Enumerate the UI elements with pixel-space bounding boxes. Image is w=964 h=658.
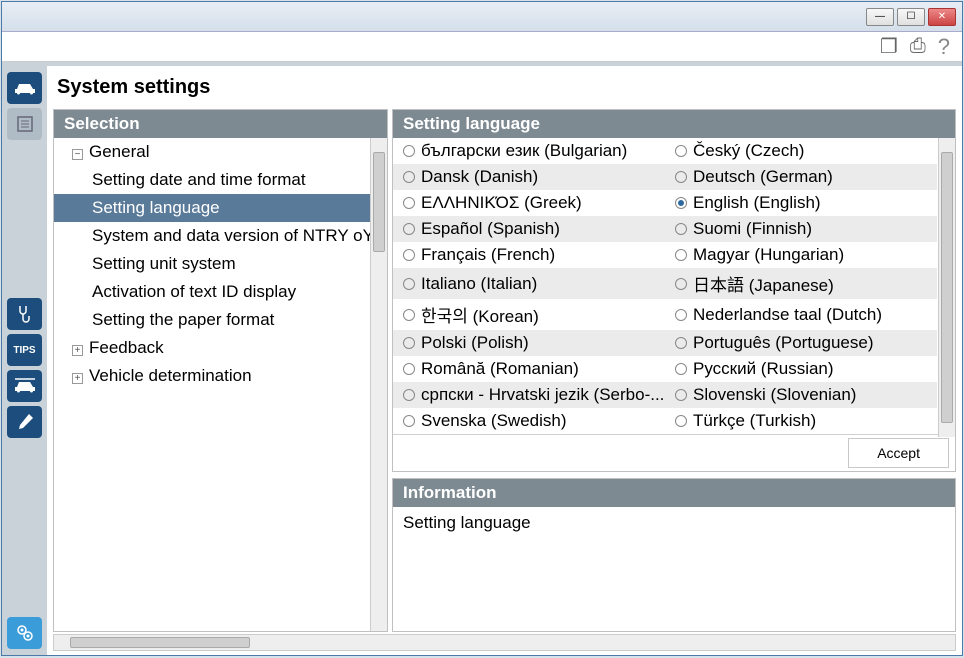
language-option[interactable]: Dansk (Danish) xyxy=(393,164,665,190)
sidebar-car-icon[interactable] xyxy=(7,72,42,104)
language-option[interactable]: Русский (Russian) xyxy=(665,356,937,382)
accept-button[interactable]: Accept xyxy=(848,438,949,468)
radio-icon[interactable] xyxy=(675,309,687,321)
main-area: System settings Selection −General Setti… xyxy=(47,66,962,655)
expand-icon[interactable]: + xyxy=(72,373,83,384)
right-pane: Setting language български език (Bulgari… xyxy=(392,109,956,632)
window-maximize-button[interactable]: ☐ xyxy=(897,8,925,26)
radio-icon[interactable] xyxy=(675,223,687,235)
language-option[interactable]: Slovenski (Slovenian) xyxy=(665,382,937,408)
language-option[interactable]: Suomi (Finnish) xyxy=(665,216,937,242)
language-option[interactable]: Magyar (Hungarian) xyxy=(665,242,937,268)
sidebar-settings-icon[interactable] xyxy=(7,617,42,649)
expand-icon[interactable]: + xyxy=(72,345,83,356)
language-option[interactable]: Italiano (Italian) xyxy=(393,268,665,299)
sidebar-tips-button[interactable]: TIPS xyxy=(7,334,42,366)
radio-icon[interactable] xyxy=(675,337,687,349)
language-option[interactable]: српски - Hrvatski jezik (Serbo-... xyxy=(393,382,665,408)
window-close-button[interactable]: ✕ xyxy=(928,8,956,26)
radio-icon[interactable] xyxy=(675,363,687,375)
radio-icon[interactable] xyxy=(403,389,415,401)
radio-icon[interactable] xyxy=(675,145,687,157)
radio-icon[interactable] xyxy=(675,415,687,427)
radio-icon[interactable] xyxy=(675,249,687,261)
radio-icon[interactable] xyxy=(403,249,415,261)
info-header: Information xyxy=(393,479,955,507)
selection-pane: Selection −General Setting date and time… xyxy=(53,109,388,632)
radio-icon[interactable] xyxy=(403,337,415,349)
language-option[interactable]: български език (Bulgarian) xyxy=(393,138,665,164)
radio-icon[interactable] xyxy=(403,145,415,157)
language-option[interactable]: Polski (Polish) xyxy=(393,330,665,356)
radio-icon[interactable] xyxy=(403,278,415,290)
bottom-horizontal-scrollbar[interactable] xyxy=(53,634,956,651)
left-sidebar: TIPS xyxy=(2,66,47,655)
collapse-icon[interactable]: − xyxy=(72,149,83,160)
language-option[interactable]: 日本語 (Japanese) xyxy=(665,268,937,299)
language-option[interactable]: Nederlandse taal (Dutch) xyxy=(665,299,937,330)
language-panel: Setting language български език (Bulgari… xyxy=(392,109,956,472)
language-header: Setting language xyxy=(393,110,955,138)
radio-icon[interactable] xyxy=(403,309,415,321)
print-icon[interactable]: ⎙ xyxy=(910,35,926,58)
language-vertical-scrollbar[interactable] xyxy=(938,138,955,437)
scrollbar-thumb[interactable] xyxy=(941,152,953,423)
language-option[interactable]: Română (Romanian) xyxy=(393,356,665,382)
language-option[interactable]: ΕΛΛΗΝΙΚΌΣ (Greek) xyxy=(393,190,665,216)
radio-icon[interactable] xyxy=(403,223,415,235)
tree-item-language[interactable]: Setting language xyxy=(54,194,387,222)
language-option[interactable]: Português (Portuguese) xyxy=(665,330,937,356)
sidebar-vehicle-icon[interactable] xyxy=(7,370,42,402)
tree-item-date-time[interactable]: Setting date and time format xyxy=(54,166,387,194)
radio-icon[interactable] xyxy=(675,197,687,209)
scrollbar-thumb[interactable] xyxy=(70,637,250,648)
help-icon[interactable]: ? xyxy=(938,34,950,60)
radio-icon[interactable] xyxy=(675,389,687,401)
page-title: System settings xyxy=(53,70,956,109)
tree-vertical-scrollbar[interactable] xyxy=(370,138,387,631)
language-option[interactable]: Deutsch (German) xyxy=(665,164,937,190)
tree-item-unit-system[interactable]: Setting unit system xyxy=(54,250,387,278)
info-text: Setting language xyxy=(393,507,955,539)
language-option[interactable]: Svenska (Swedish) xyxy=(393,408,665,434)
tree-item-feedback[interactable]: +Feedback xyxy=(54,334,387,362)
sidebar-tool-icon[interactable] xyxy=(7,406,42,438)
radio-icon[interactable] xyxy=(675,171,687,183)
tree-item-vehicle-determination[interactable]: +Vehicle determination xyxy=(54,362,387,390)
language-option[interactable]: Český (Czech) xyxy=(665,138,937,164)
tree-item-paper-format[interactable]: Setting the paper format xyxy=(54,306,387,334)
app-window: — ☐ ✕ ❐ ⎙ ? TIPS xyxy=(1,1,963,656)
radio-icon[interactable] xyxy=(403,171,415,183)
language-option[interactable]: Türkçe (Turkish) xyxy=(665,408,937,434)
sidebar-document-icon[interactable] xyxy=(7,108,42,140)
tree-item-system-data[interactable]: System and data version of NTRY oY d xyxy=(54,222,387,250)
radio-icon[interactable] xyxy=(675,278,687,290)
radio-icon[interactable] xyxy=(403,363,415,375)
top-toolbar: ❐ ⎙ ? xyxy=(2,32,962,62)
scrollbar-thumb[interactable] xyxy=(373,152,385,252)
tree-item-text-id[interactable]: Activation of text ID display xyxy=(54,278,387,306)
information-panel: Information Setting language xyxy=(392,478,956,632)
selection-header: Selection xyxy=(54,110,387,138)
language-option[interactable]: Español (Spanish) xyxy=(393,216,665,242)
language-option[interactable]: English (English) xyxy=(665,190,937,216)
copy-icon[interactable]: ❐ xyxy=(880,34,898,59)
sidebar-diagnostics-icon[interactable] xyxy=(7,298,42,330)
radio-icon[interactable] xyxy=(403,197,415,209)
language-grid: български език (Bulgarian)Český (Czech)D… xyxy=(393,138,955,434)
window-minimize-button[interactable]: — xyxy=(866,8,894,26)
tree-item-general[interactable]: −General xyxy=(54,138,387,166)
selection-tree: −General Setting date and time format Se… xyxy=(54,138,387,631)
language-option[interactable]: 한국의 (Korean) xyxy=(393,299,665,330)
titlebar: — ☐ ✕ xyxy=(2,2,962,32)
radio-icon[interactable] xyxy=(403,415,415,427)
language-option[interactable]: Français (French) xyxy=(393,242,665,268)
